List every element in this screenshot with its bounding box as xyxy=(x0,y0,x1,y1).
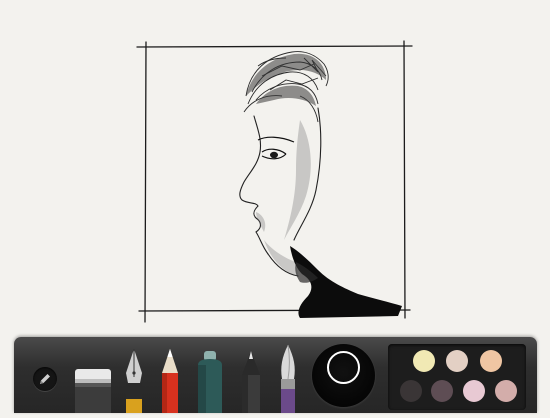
sketch-frame xyxy=(136,40,413,323)
brush-icon xyxy=(281,344,295,413)
swatch-3[interactable] xyxy=(480,350,502,372)
drawing-canvas[interactable] xyxy=(0,0,550,338)
edit-button[interactable] xyxy=(33,367,57,391)
swatch-4[interactable] xyxy=(400,380,422,402)
eraser-tool[interactable] xyxy=(74,367,112,413)
sketch-face xyxy=(239,107,322,277)
swatch-6[interactable] xyxy=(463,380,485,402)
current-color-ring xyxy=(327,351,360,384)
eraser-icon xyxy=(75,369,111,413)
swatch-1[interactable] xyxy=(413,350,435,372)
portrait-sketch xyxy=(136,40,413,323)
brush-tool[interactable] xyxy=(276,343,300,413)
swatch-5[interactable] xyxy=(431,380,453,402)
fountain-pen-icon xyxy=(126,349,142,413)
marker-tool[interactable] xyxy=(194,349,226,413)
color-swatch-panel xyxy=(388,344,526,410)
pencil-tool-icon xyxy=(162,349,178,413)
outline-pen-icon xyxy=(242,351,260,413)
pencil-icon xyxy=(40,374,50,384)
fountain-pen-tool[interactable] xyxy=(122,347,146,413)
pencil-tool[interactable] xyxy=(158,347,182,413)
sketch-shading xyxy=(256,120,311,276)
tool-tray xyxy=(14,337,537,413)
swatch-2[interactable] xyxy=(446,350,468,372)
color-mixer-dial[interactable] xyxy=(312,344,375,407)
marker-icon xyxy=(198,351,222,413)
outline-pen-tool[interactable] xyxy=(238,349,264,413)
swatch-7[interactable] xyxy=(495,380,517,402)
